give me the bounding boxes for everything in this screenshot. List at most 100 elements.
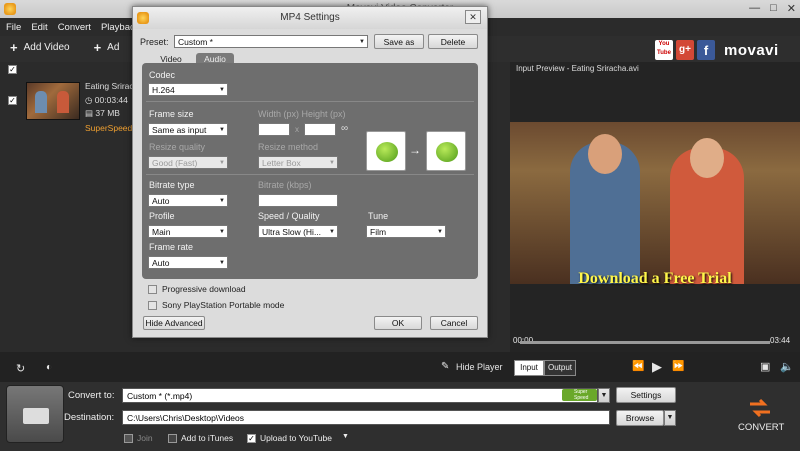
hide-advanced-button[interactable]: Hide Advanced — [143, 316, 205, 330]
fast-forward-icon[interactable]: ⏩ — [672, 361, 684, 372]
psp-mode-checkbox[interactable] — [148, 301, 157, 310]
resize-method-select[interactable]: Letter Box — [258, 156, 338, 169]
progressive-download-label: Progressive download — [162, 284, 246, 294]
preset-label: Preset: — [140, 37, 169, 47]
google-plus-icon[interactable]: g+ — [676, 40, 694, 60]
play-icon[interactable]: ▶ — [652, 359, 662, 375]
resize-quality-select[interactable]: Good (Fast) — [148, 156, 228, 169]
youtube-options-dropdown[interactable]: ▼ — [342, 433, 349, 440]
speed-quality-select[interactable]: Ultra Slow (Hi... — [258, 225, 338, 238]
minimize-icon[interactable]: — — [749, 2, 760, 15]
size-value: 37 MB — [95, 108, 120, 118]
progressive-download-checkbox[interactable] — [148, 285, 157, 294]
ok-button[interactable]: OK — [374, 316, 422, 330]
speed-quality-label: Speed / Quality — [258, 211, 320, 221]
menu-convert[interactable]: Convert — [58, 22, 91, 33]
preset-select[interactable]: Custom * — [174, 35, 368, 48]
convert-to-label: Convert to: — [68, 390, 115, 401]
codec-label: Codec — [149, 70, 176, 80]
menu-file[interactable]: File — [6, 22, 21, 33]
video-person-right — [670, 138, 744, 284]
browse-dropdown[interactable]: ▼ — [664, 410, 676, 426]
browse-button[interactable]: Browse — [616, 410, 664, 426]
volume-icon[interactable]: 🔈 — [780, 360, 794, 373]
profile-select[interactable]: Main — [148, 225, 228, 238]
dialog-title: MP4 Settings — [133, 7, 487, 29]
upload-youtube-checkbox[interactable]: ✓ — [247, 434, 256, 443]
settings-button[interactable]: Settings — [616, 387, 676, 403]
bitrate-label: Bitrate (kbps) — [258, 180, 312, 190]
facebook-icon[interactable]: f — [697, 40, 715, 60]
clock-icon: ◷ — [85, 95, 93, 105]
video-person-left — [570, 134, 640, 284]
times-separator: x — [295, 125, 299, 134]
maximize-icon[interactable]: □ — [770, 2, 777, 15]
playback-timeline[interactable] — [520, 341, 770, 344]
hide-player-icon[interactable]: ✎ — [441, 361, 449, 372]
upload-youtube-label: Upload to YouTube — [260, 433, 332, 443]
convert-to-dropdown[interactable]: ▼ — [598, 388, 610, 403]
destination-field[interactable]: C:\Users\Chris\Desktop\Videos — [122, 410, 610, 425]
add-video-button[interactable]: + Add Video + Ad — [10, 39, 120, 55]
preview-title: Input Preview - Eating Sriracha.avi — [516, 64, 639, 73]
disk-icon: ▤ — [85, 108, 94, 118]
dialog-app-icon — [137, 12, 149, 24]
file-duration: ◷ 00:03:44 — [85, 95, 128, 106]
resize-quality-label: Resize quality — [149, 142, 206, 152]
bitrate-type-select[interactable]: Auto — [148, 194, 228, 207]
convert-arrows-icon — [750, 398, 770, 418]
time-end: 03:44 — [770, 336, 791, 345]
menu-edit[interactable]: Edit — [31, 22, 47, 33]
convert-to-field[interactable]: Custom * (*.mp4) — [122, 388, 598, 403]
file-name: Eating Srirac — [85, 81, 134, 91]
output-toggle[interactable]: Output — [544, 360, 576, 376]
rewind-icon[interactable]: ⏪ — [632, 361, 644, 372]
delete-button[interactable]: Delete — [428, 34, 478, 49]
plus-icon: + — [10, 39, 18, 55]
add-more-label: Ad — [107, 42, 120, 53]
input-toggle[interactable]: Input — [514, 360, 544, 376]
save-as-button[interactable]: Save as — [374, 34, 424, 49]
video-frame[interactable] — [510, 122, 800, 284]
join-label: Join — [137, 433, 153, 443]
apple-preview-after — [426, 131, 466, 171]
contrast-icon[interactable]: ◐ — [46, 362, 52, 373]
width-input[interactable] — [258, 123, 290, 136]
frame-rate-select[interactable]: Auto — [148, 256, 228, 269]
add-video-label: Add Video — [23, 42, 70, 53]
promo-text: Download a Free Trial — [578, 270, 732, 287]
convert-button[interactable]: CONVERT — [738, 422, 784, 433]
cancel-button[interactable]: Cancel — [430, 316, 478, 330]
dialog-close-icon[interactable]: ✕ — [465, 10, 481, 24]
video-thumbnail[interactable] — [26, 82, 80, 120]
bitrate-input[interactable] — [258, 194, 338, 207]
add-itunes-label: Add to iTunes — [181, 433, 234, 443]
add-itunes-checkbox[interactable] — [168, 434, 177, 443]
frame-rate-label: Frame rate — [149, 242, 194, 252]
file-checkbox[interactable]: ✓ — [8, 96, 17, 105]
height-input[interactable] — [304, 123, 336, 136]
fullscreen-icon[interactable]: ▣ — [760, 360, 770, 373]
rotate-icon[interactable]: ↻ — [16, 362, 25, 375]
tune-select[interactable]: Film — [366, 225, 446, 238]
divider — [146, 101, 474, 102]
apple-preview-before — [366, 131, 406, 171]
close-icon[interactable]: ✕ — [787, 2, 796, 15]
link-icon[interactable]: ∞ — [341, 123, 348, 134]
select-all-checkbox[interactable]: ✓ — [8, 65, 17, 74]
frame-size-label: Frame size — [149, 109, 194, 119]
superspeed-badge: SuperSpeed — [85, 123, 133, 133]
plus-icon: + — [93, 39, 102, 55]
duration-value: 00:03:44 — [94, 95, 128, 105]
join-checkbox[interactable] — [124, 434, 133, 443]
tune-label: Tune — [368, 211, 389, 221]
resize-method-label: Resize method — [258, 142, 319, 152]
hide-player-button[interactable]: Hide Player — [456, 362, 503, 372]
frame-size-select[interactable]: Same as input — [148, 123, 228, 136]
superspeed-tag: Super Speed — [562, 389, 597, 401]
psp-mode-label: Sony PlayStation Portable mode — [162, 300, 285, 310]
codec-select[interactable]: H.264 — [148, 83, 228, 96]
youtube-icon[interactable]: You Tube — [655, 40, 673, 60]
app-icon — [4, 3, 16, 15]
video-camera-icon — [6, 385, 64, 443]
